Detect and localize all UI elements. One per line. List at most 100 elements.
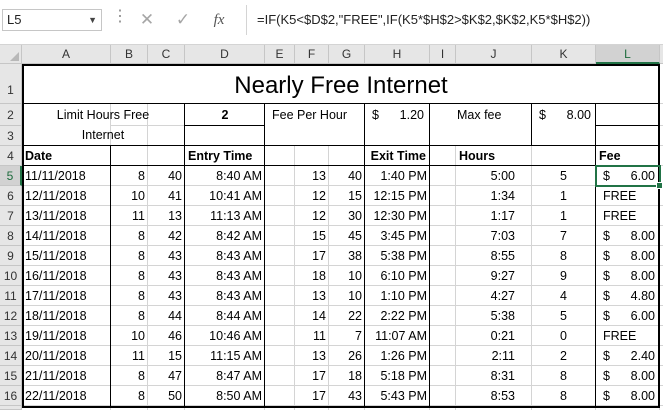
entry-minute-cell[interactable]: 15 xyxy=(148,346,185,366)
header-date[interactable]: Date xyxy=(22,146,110,166)
exit-time-cell[interactable]: 2:22 PM xyxy=(365,306,430,326)
row-header-6[interactable]: 6 xyxy=(0,186,22,206)
exit-hour-cell[interactable]: 15 xyxy=(265,226,329,246)
date-cell[interactable]: 15/11/2018 xyxy=(22,246,110,266)
row-header-2[interactable]: 2 xyxy=(0,104,22,126)
entry-minute-cell[interactable]: 42 xyxy=(148,226,185,246)
exit-time-cell[interactable]: 1:10 PM xyxy=(365,286,430,306)
entry-time-cell[interactable]: 11:15 AM xyxy=(185,346,265,366)
entry-hour-cell[interactable]: 10 xyxy=(111,326,148,346)
entry-hour-cell[interactable]: 8 xyxy=(111,226,148,246)
hours-cell[interactable]: 5:38 xyxy=(430,306,518,326)
hours-cell[interactable]: 8:53 xyxy=(430,386,518,406)
exit-hour-cell[interactable]: 13 xyxy=(265,166,329,186)
entry-hour-cell[interactable]: 11 xyxy=(111,206,148,226)
entry-hour-cell[interactable]: 8 xyxy=(111,366,148,386)
exit-time-cell[interactable]: 5:43 PM xyxy=(365,386,430,406)
entry-time-cell[interactable]: 8:50 AM xyxy=(185,386,265,406)
row-header-10[interactable]: 10 xyxy=(0,266,22,286)
entry-hour-cell[interactable]: 8 xyxy=(111,386,148,406)
exit-hour-cell[interactable]: 17 xyxy=(265,246,329,266)
exit-hour-cell[interactable]: 14 xyxy=(265,306,329,326)
enter-icon[interactable]: ✓ xyxy=(169,8,197,32)
exit-hour-cell[interactable]: 12 xyxy=(265,186,329,206)
row-header-17[interactable] xyxy=(0,406,22,410)
exit-time-cell[interactable]: 6:10 PM xyxy=(365,266,430,286)
exit-hour-cell[interactable]: 13 xyxy=(265,286,329,306)
name-box[interactable]: L5 ▼ xyxy=(2,9,102,31)
date-cell[interactable]: 16/11/2018 xyxy=(22,266,110,286)
max-fee-value[interactable]: 8.00 xyxy=(532,104,594,126)
hours-rounded-cell[interactable]: 4 xyxy=(532,286,570,306)
entry-time-cell[interactable]: 8:44 AM xyxy=(185,306,265,326)
hours-cell[interactable]: 9:27 xyxy=(430,266,518,286)
exit-hour-cell[interactable]: 12 xyxy=(265,206,329,226)
row-header-11[interactable]: 11 xyxy=(0,286,22,306)
exit-hour-cell[interactable]: 17 xyxy=(265,366,329,386)
exit-minute-cell[interactable]: 22 xyxy=(329,306,365,326)
exit-time-cell[interactable]: 12:30 PM xyxy=(365,206,430,226)
max-fee-label[interactable]: Max fee xyxy=(454,104,532,126)
fee-value-cell[interactable]: 4.80 xyxy=(596,286,658,306)
entry-time-cell[interactable]: 8:42 AM xyxy=(185,226,265,246)
entry-minute-cell[interactable]: 46 xyxy=(148,326,185,346)
entry-minute-cell[interactable]: 43 xyxy=(148,286,185,306)
header-hours[interactable]: Hours xyxy=(456,146,532,166)
exit-minute-cell[interactable]: 15 xyxy=(329,186,365,206)
entry-time-cell[interactable]: 10:41 AM xyxy=(185,186,265,206)
column-header-e[interactable]: E xyxy=(265,45,295,64)
entry-minute-cell[interactable]: 43 xyxy=(148,266,185,286)
column-header-k[interactable]: K xyxy=(532,45,596,64)
exit-minute-cell[interactable]: 38 xyxy=(329,246,365,266)
exit-time-cell[interactable]: 1:26 PM xyxy=(365,346,430,366)
date-cell[interactable]: 19/11/2018 xyxy=(22,326,110,346)
row-header-5[interactable]: 5 xyxy=(0,166,22,186)
hours-rounded-cell[interactable]: 9 xyxy=(532,266,570,286)
hours-rounded-cell[interactable]: 1 xyxy=(532,206,570,226)
sheet-title[interactable]: Nearly Free Internet xyxy=(22,66,660,104)
more-options-icon[interactable]: ⋮ xyxy=(112,9,128,31)
limit-hours-value[interactable]: 2 xyxy=(185,104,265,126)
entry-hour-cell[interactable]: 8 xyxy=(111,266,148,286)
hours-rounded-cell[interactable]: 5 xyxy=(532,306,570,326)
fee-value-cell[interactable]: 8.00 xyxy=(596,266,658,286)
hours-rounded-cell[interactable]: 8 xyxy=(532,386,570,406)
limit-hours-label[interactable]: Limit Hours Free xyxy=(22,106,184,125)
exit-time-cell[interactable]: 12:15 PM xyxy=(365,186,430,206)
entry-minute-cell[interactable]: 43 xyxy=(148,246,185,266)
fee-value-cell[interactable]: FREE xyxy=(600,186,662,206)
hours-cell[interactable]: 8:31 xyxy=(430,366,518,386)
exit-time-cell[interactable]: 1:40 PM xyxy=(365,166,430,186)
exit-minute-cell[interactable]: 7 xyxy=(329,326,365,346)
row-header-12[interactable]: 12 xyxy=(0,306,22,326)
hours-cell[interactable]: 0:21 xyxy=(430,326,518,346)
date-cell[interactable]: 11/11/2018 xyxy=(22,166,110,186)
entry-hour-cell[interactable]: 8 xyxy=(111,286,148,306)
exit-minute-cell[interactable]: 26 xyxy=(329,346,365,366)
row-header-3[interactable]: 3 xyxy=(0,126,22,146)
hours-rounded-cell[interactable]: 8 xyxy=(532,366,570,386)
header-entry-time[interactable]: Entry Time xyxy=(185,146,265,166)
entry-hour-cell[interactable]: 8 xyxy=(111,166,148,186)
exit-time-cell[interactable]: 5:18 PM xyxy=(365,366,430,386)
date-cell[interactable]: 17/11/2018 xyxy=(22,286,110,306)
entry-hour-cell[interactable]: 10 xyxy=(111,186,148,206)
header-fee[interactable]: Fee xyxy=(596,146,660,166)
entry-hour-cell[interactable]: 11 xyxy=(111,346,148,366)
column-header-f[interactable]: F xyxy=(295,45,329,64)
column-header-i[interactable]: I xyxy=(430,45,456,64)
exit-time-cell[interactable]: 5:38 PM xyxy=(365,246,430,266)
exit-hour-cell[interactable]: 13 xyxy=(265,346,329,366)
date-cell[interactable]: 22/11/2018 xyxy=(22,386,110,406)
entry-time-cell[interactable]: 8:43 AM xyxy=(185,246,265,266)
date-cell[interactable]: 21/11/2018 xyxy=(22,366,110,386)
hours-rounded-cell[interactable]: 2 xyxy=(532,346,570,366)
exit-hour-cell[interactable]: 11 xyxy=(265,326,329,346)
row-header-16[interactable]: 16 xyxy=(0,386,22,406)
entry-minute-cell[interactable]: 41 xyxy=(148,186,185,206)
exit-time-cell[interactable]: 3:45 PM xyxy=(365,226,430,246)
column-header-j[interactable]: J xyxy=(456,45,532,64)
entry-minute-cell[interactable]: 50 xyxy=(148,386,185,406)
header-exit-time[interactable]: Exit Time xyxy=(329,146,429,166)
column-header-l[interactable]: L xyxy=(596,45,660,64)
